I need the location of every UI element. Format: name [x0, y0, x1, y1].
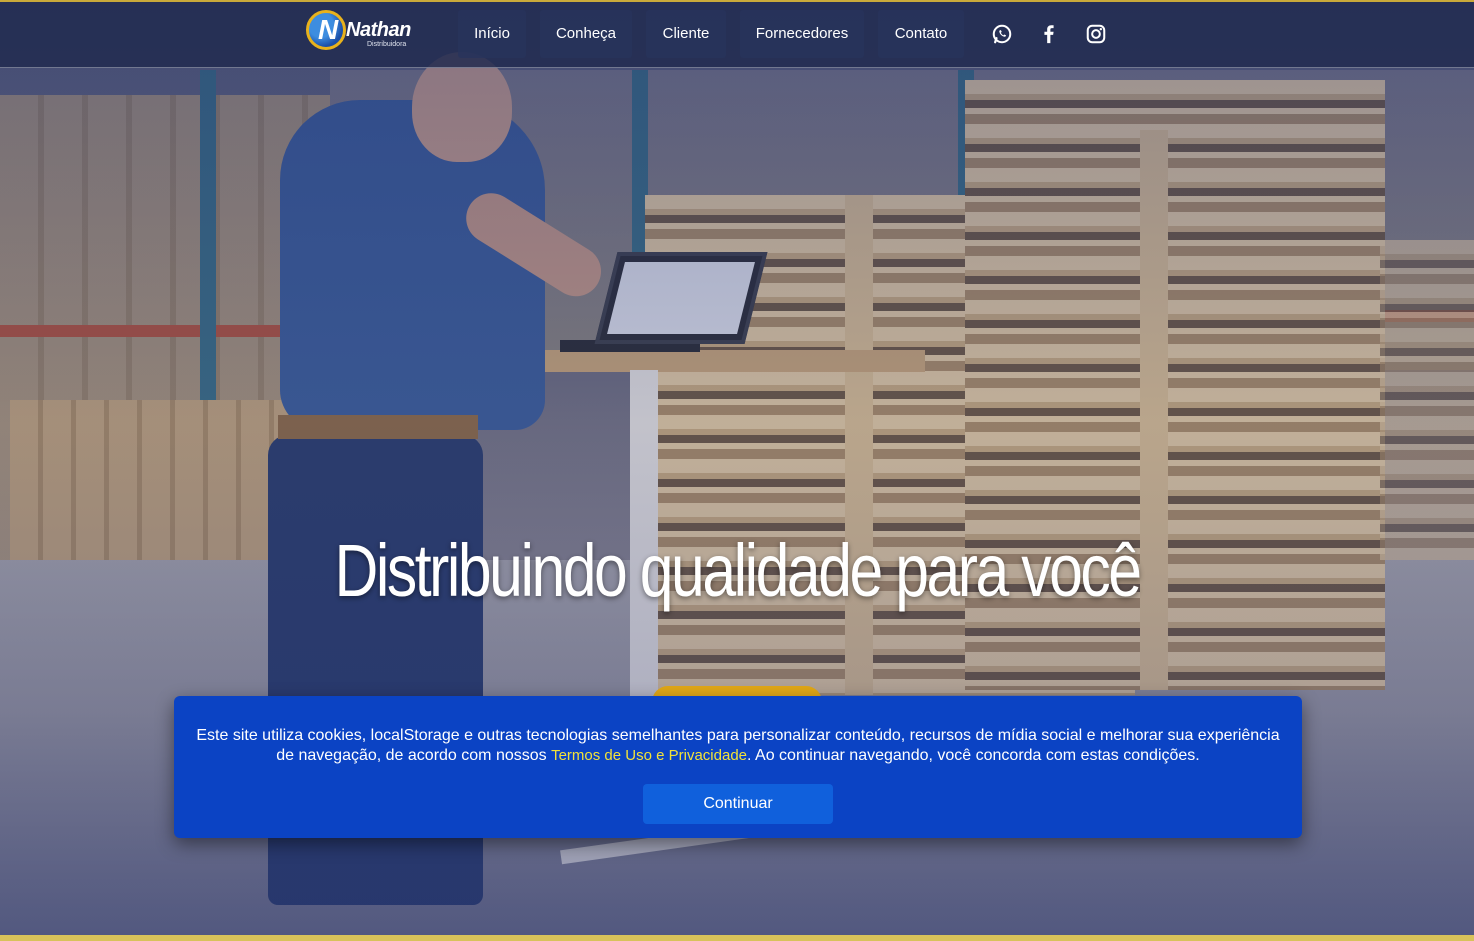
cookie-text-after: . Ao continuar navegando, você concorda …	[747, 747, 1200, 764]
instagram-icon[interactable]	[1085, 23, 1107, 45]
nav-item-inicio[interactable]: Início	[458, 10, 526, 58]
cookie-banner: Este site utiliza cookies, localStorage …	[174, 696, 1302, 838]
nav-item-cliente[interactable]: Cliente	[646, 10, 726, 58]
nav-item-conheca[interactable]: Conheça	[540, 10, 632, 58]
nav-item-contato[interactable]: Contato	[878, 10, 964, 58]
continue-button[interactable]: Continuar	[643, 784, 833, 824]
brand-name: Nathan	[346, 19, 411, 41]
bottom-accent-bar	[0, 935, 1474, 941]
terms-link[interactable]: Termos de Uso e Privacidade	[551, 747, 747, 764]
brand-tagline: Distribuidora	[367, 41, 407, 48]
hero-headline: Distribuindo qualidade para você	[334, 529, 1142, 612]
brand-logo[interactable]: N Nathan Distribuidora	[306, 10, 416, 54]
cookie-message: Este site utiliza cookies, localStorage …	[194, 726, 1282, 766]
whatsapp-icon[interactable]	[991, 23, 1013, 45]
nav-item-fornecedores[interactable]: Fornecedores	[740, 10, 864, 58]
facebook-icon[interactable]	[1038, 23, 1060, 45]
logo-mark-icon: N	[306, 10, 346, 50]
navbar: N Nathan Distribuidora Início Conheça Cl…	[0, 2, 1474, 68]
